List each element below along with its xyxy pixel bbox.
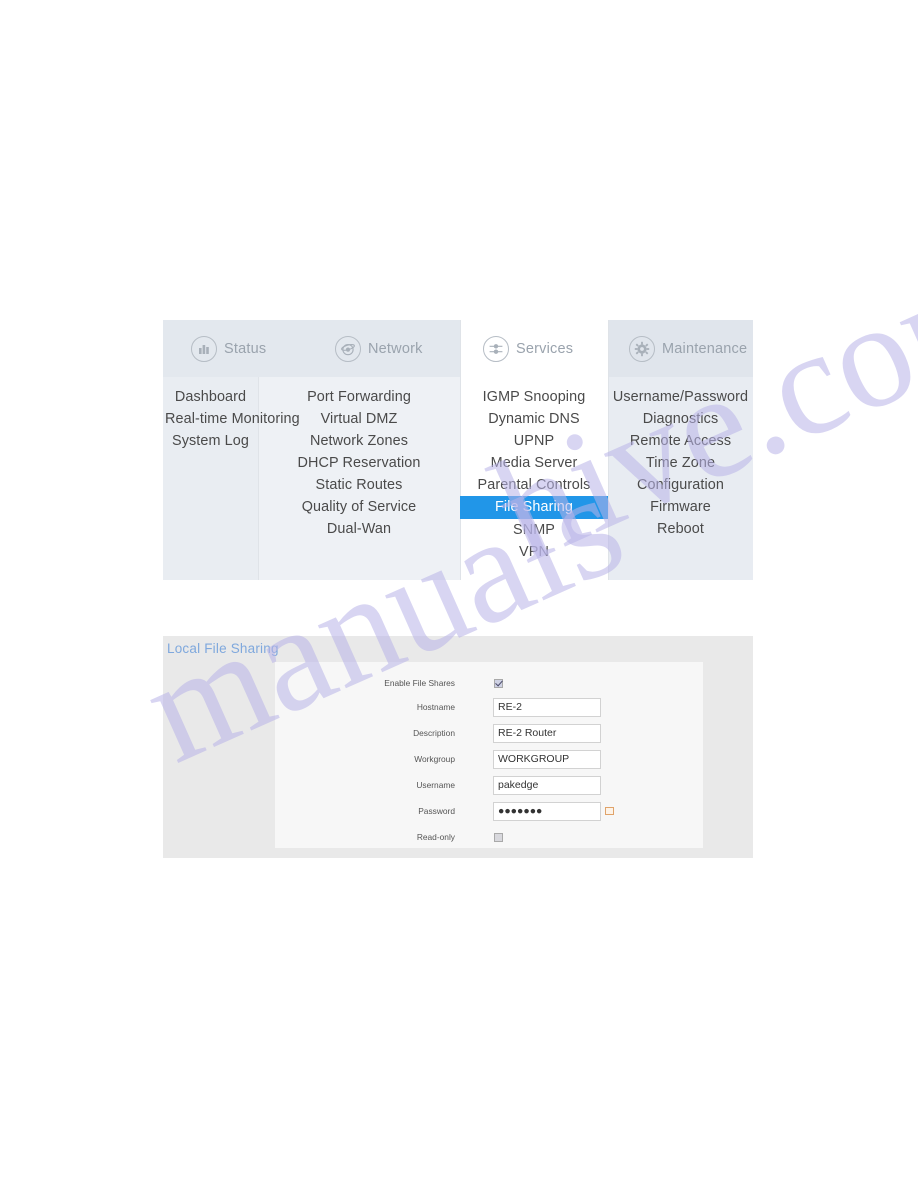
menu-item-port-forwarding[interactable]: Port Forwarding (258, 386, 460, 408)
hostname-input[interactable] (493, 697, 601, 717)
menu-item-snmp[interactable]: SNMP (460, 519, 608, 541)
bar-chart-icon (191, 335, 217, 362)
sliders-icon (483, 335, 509, 362)
menu-item-igmp-snooping[interactable]: IGMP Snooping (460, 386, 608, 408)
menu-group-header-services[interactable]: Services (469, 320, 609, 377)
menu-group-header-status[interactable]: Status (177, 320, 297, 377)
menu-group-title-status: Status (224, 340, 267, 357)
password-reveal-icon[interactable] (605, 807, 614, 815)
workgroup-input[interactable] (493, 749, 601, 769)
read-only-checkbox[interactable] (494, 832, 503, 842)
form-row-hostname: Hostname (275, 694, 703, 720)
menu-item-firmware[interactable]: Firmware (608, 496, 753, 518)
menu-item-real-time-monitoring[interactable]: Real-time Monitoring (163, 408, 300, 430)
menu-item-configuration[interactable]: Configuration (608, 474, 753, 496)
label-enable-file-shares: Enable File Shares (384, 678, 455, 688)
label-description: Description (413, 728, 455, 738)
menu-item-vpn[interactable]: VPN (460, 541, 608, 563)
page-title: Local File Sharing (167, 641, 279, 656)
menu-item-remote-access[interactable]: Remote Access (608, 430, 753, 452)
menu-item-system-log[interactable]: System Log (163, 430, 258, 452)
menu-item-reboot[interactable]: Reboot (608, 518, 753, 540)
menu-item-diagnostics[interactable]: Diagnostics (608, 408, 753, 430)
menu-item-dhcp-reservation[interactable]: DHCP Reservation (258, 452, 460, 474)
menu-group-header-maintenance[interactable]: Maintenance (615, 320, 755, 377)
menu-item-file-sharing[interactable]: File Sharing (460, 496, 608, 519)
enable-file-shares-checkbox[interactable] (494, 678, 503, 688)
menu-group-title-services: Services (516, 340, 574, 357)
form-row-description: Description (275, 720, 703, 746)
menu-item-dual-wan[interactable]: Dual-Wan (258, 518, 460, 540)
label-workgroup: Workgroup (414, 754, 455, 764)
label-read-only: Read-only (416, 832, 455, 842)
form-row-enable-file-shares: Enable File Shares (275, 670, 703, 696)
menu-group-header-network[interactable]: Network (321, 320, 461, 377)
menu-item-dashboard[interactable]: Dashboard (163, 386, 258, 408)
menu-item-virtual-dmz[interactable]: Virtual DMZ (258, 408, 460, 430)
description-input[interactable] (493, 723, 601, 743)
menu-item-media-server[interactable]: Media Server (460, 452, 608, 474)
watermark-overlay: manuals hive.com (0, 0, 918, 1188)
label-hostname: Hostname (416, 702, 455, 712)
menu-list-services: IGMP Snooping Dynamic DNS UPNP Media Ser… (460, 377, 608, 563)
menu-list-status: Dashboard Real-time Monitoring System Lo… (163, 377, 300, 452)
gear-icon (629, 335, 655, 362)
menu-item-network-zones[interactable]: Network Zones (258, 430, 460, 452)
label-password: Password (418, 806, 455, 816)
form-row-username: Username (275, 772, 703, 798)
menu-item-upnp[interactable]: UPNP (460, 430, 608, 452)
menu-list-maintenance: Username/Password Diagnostics Remote Acc… (608, 377, 753, 540)
menu-item-username-password[interactable]: Username/Password (608, 386, 753, 408)
navigation-menu-board: Status Dashboard Real-time Monitoring Sy… (163, 320, 753, 580)
menu-list-network: Port Forwarding Virtual DMZ Network Zone… (258, 377, 460, 540)
menu-item-quality-of-service[interactable]: Quality of Service (258, 496, 460, 518)
menu-item-static-routes[interactable]: Static Routes (258, 474, 460, 496)
form-row-password: Password (275, 798, 703, 824)
menu-group-title-network: Network (368, 340, 423, 357)
label-username: Username (416, 780, 455, 790)
menu-item-time-zone[interactable]: Time Zone (608, 452, 753, 474)
password-input[interactable] (493, 801, 601, 821)
form-row-workgroup: Workgroup (275, 746, 703, 772)
file-sharing-form: Enable File Shares Hostname Description … (275, 662, 703, 848)
local-file-sharing-panel: Local File Sharing Enable File Shares Ho… (163, 636, 753, 858)
menu-item-dynamic-dns[interactable]: Dynamic DNS (460, 408, 608, 430)
globe-orbit-icon (335, 335, 361, 362)
username-input[interactable] (493, 775, 601, 795)
form-row-read-only: Read-only (275, 824, 703, 850)
menu-item-parental-controls[interactable]: Parental Controls (460, 474, 608, 496)
menu-group-title-maintenance: Maintenance (662, 340, 748, 357)
